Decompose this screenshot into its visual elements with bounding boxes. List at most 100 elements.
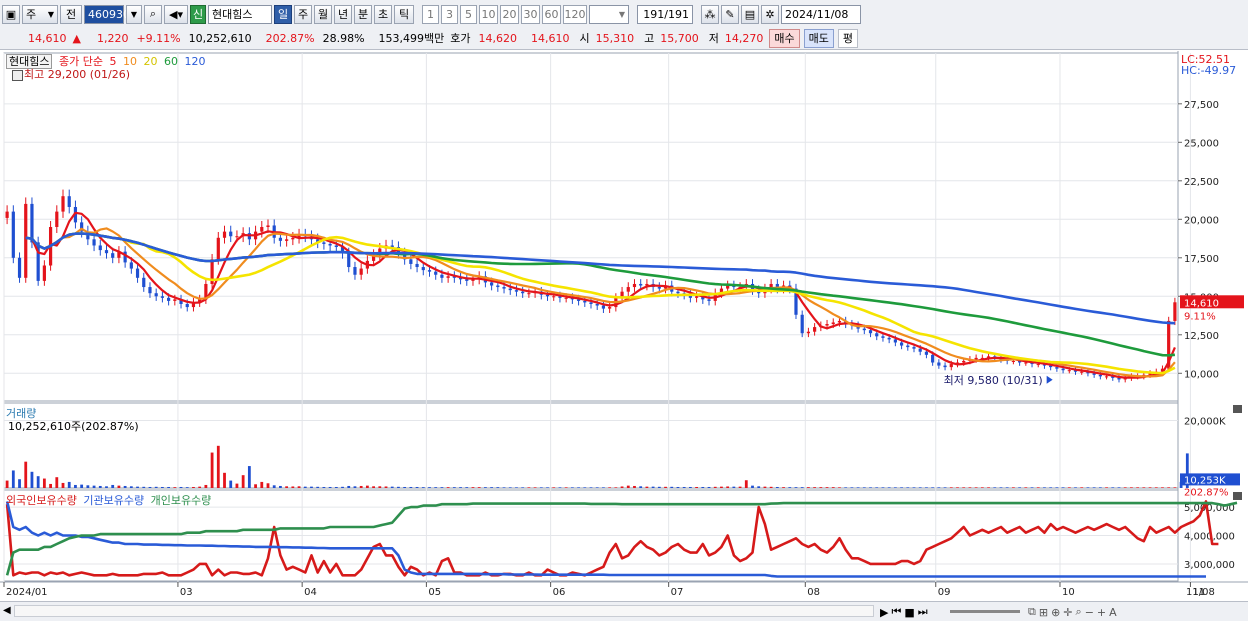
volume-bar [1043, 487, 1046, 488]
volume-bar [359, 485, 363, 488]
candle-body [1104, 376, 1109, 378]
sell-button[interactable]: 매도 [803, 28, 834, 48]
candle-body [142, 277, 146, 288]
tab-minute[interactable]: 분 [354, 4, 372, 24]
volume-bar [223, 472, 226, 488]
minute-30[interactable]: 30 [521, 4, 540, 24]
prev-select[interactable]: 전 [60, 4, 82, 24]
scroll-left-icon[interactable]: ◀ [3, 605, 11, 616]
draw-icon[interactable]: ✎ [721, 4, 739, 24]
minute-10[interactable]: 10 [479, 4, 498, 24]
low-label: 저 [708, 32, 719, 45]
tab-month[interactable]: 월 [314, 4, 332, 24]
volume-bar [247, 466, 251, 488]
stock-chart[interactable]: 27,50025,00022,50020,00017,50015,00012,5… [0, 51, 1248, 601]
min-annotation: 최저 9,580 (10/31) [944, 374, 1043, 387]
candle-body [831, 322, 835, 325]
candle-body [862, 328, 866, 331]
stop-icon[interactable]: ■ [904, 606, 914, 619]
gear-icon[interactable]: ✲ [761, 4, 779, 24]
tab-day[interactable]: 일 [274, 4, 292, 24]
volume-bar [502, 487, 506, 488]
bid-price: 14,610 [531, 31, 570, 45]
stock-name-field[interactable]: 현대힘스 [208, 4, 272, 24]
page-counter-field[interactable]: 191/191 [637, 4, 693, 24]
volume-bar [204, 484, 208, 488]
hoga-label: 호가 [450, 32, 471, 45]
volume-bar [1011, 487, 1015, 488]
stock-code-input[interactable]: 460930 [84, 4, 130, 24]
chart-type-icon[interactable]: ⊞ [1039, 606, 1048, 619]
search-icon[interactable]: ⌕ [144, 4, 162, 24]
play-icon[interactable]: ▶ [880, 606, 888, 619]
zoom-out-icon[interactable]: − [1085, 606, 1094, 619]
volume-bar [136, 486, 139, 488]
tab-tick[interactable]: 틱 [394, 4, 414, 24]
candle-body [154, 293, 158, 297]
calendar-icon[interactable] [12, 69, 23, 81]
chart-area[interactable]: 27,50025,00022,50020,00017,50015,00012,5… [0, 51, 1248, 601]
candle-body [148, 287, 152, 294]
candle-body [906, 345, 910, 348]
tab-second[interactable]: 초 [374, 4, 392, 24]
volume-bar [452, 487, 456, 488]
candle-body [421, 267, 425, 271]
minute-custom-select[interactable]: ▼ [589, 4, 629, 24]
minute-5[interactable]: 5 [460, 4, 477, 24]
right-axis-bg [1178, 51, 1248, 601]
volume-bar [651, 486, 655, 488]
candle-body [496, 285, 500, 288]
candle-body [135, 268, 140, 278]
volume-bar [1061, 487, 1065, 488]
horizontal-scrollbar[interactable] [14, 605, 874, 617]
minute-60[interactable]: 60 [542, 4, 561, 24]
minute-3[interactable]: 3 [441, 4, 458, 24]
panel-close-icon [1233, 492, 1242, 500]
avg-button[interactable]: 평 [837, 28, 859, 48]
candle-body [440, 274, 444, 278]
zoom-in-icon[interactable]: + [1097, 606, 1106, 619]
volume-bar [1111, 487, 1115, 488]
month-label: 07 [671, 587, 684, 598]
volume-bar [633, 485, 636, 488]
legend-ma60: 60 [163, 55, 178, 68]
auto-scale-icon[interactable]: A [1109, 606, 1117, 619]
candle-body [17, 257, 22, 278]
minute-20[interactable]: 20 [500, 4, 519, 24]
candle-body [67, 196, 71, 207]
magnifier-icon[interactable]: ⌕ [1076, 605, 1082, 619]
window-icon[interactable]: ⧉ [1028, 605, 1036, 619]
tab-week[interactable]: 주 [294, 4, 312, 24]
volume-bar [1086, 487, 1090, 488]
volume-bar [744, 480, 748, 488]
layout-icon[interactable]: ▣ [2, 4, 20, 24]
period-select[interactable]: 주 ▼ [22, 4, 58, 24]
code-dropdown-icon[interactable]: ▼ [126, 4, 142, 24]
minute-120[interactable]: 120 [563, 4, 587, 24]
volume-bar [297, 486, 301, 488]
crosshair-icon[interactable]: ✛ [1063, 606, 1072, 619]
minute-1[interactable]: 1 [422, 4, 439, 24]
toolbar: ▣ 주 ▼ 전 460930 ▼ ⌕ ◀▾ 신 현대힘스 일 주 월 년 분 초 … [0, 0, 1248, 50]
volume-bar [198, 486, 202, 488]
last-icon[interactable]: ⏭ [918, 605, 928, 619]
chart-tool-icon[interactable]: ⁂ [701, 4, 719, 24]
zoom-slider[interactable] [950, 610, 1020, 613]
first-icon[interactable]: ⏮ [891, 605, 901, 619]
date-field[interactable]: 2024/11/08 [781, 4, 861, 24]
current-price-tag-text: 14,610 [1184, 298, 1219, 309]
volume-bar [67, 481, 71, 488]
candle-body [806, 331, 811, 334]
buy-button[interactable]: 매수 [769, 28, 800, 48]
save-icon[interactable]: ▤ [741, 4, 759, 24]
playback-controls: ▶ ⏮ ■ ⏭ [880, 604, 928, 620]
tab-year[interactable]: 년 [334, 4, 352, 24]
volume-bar [1123, 487, 1127, 488]
volume-bar [751, 485, 754, 488]
volume-bar [303, 486, 307, 488]
month-label: 03 [180, 587, 193, 598]
link-icon[interactable]: ⊕ [1051, 606, 1060, 619]
price-tick-label: 20,000 [1184, 215, 1219, 226]
speaker-icon[interactable]: ◀▾ [164, 4, 188, 24]
volume-bar [167, 486, 171, 488]
